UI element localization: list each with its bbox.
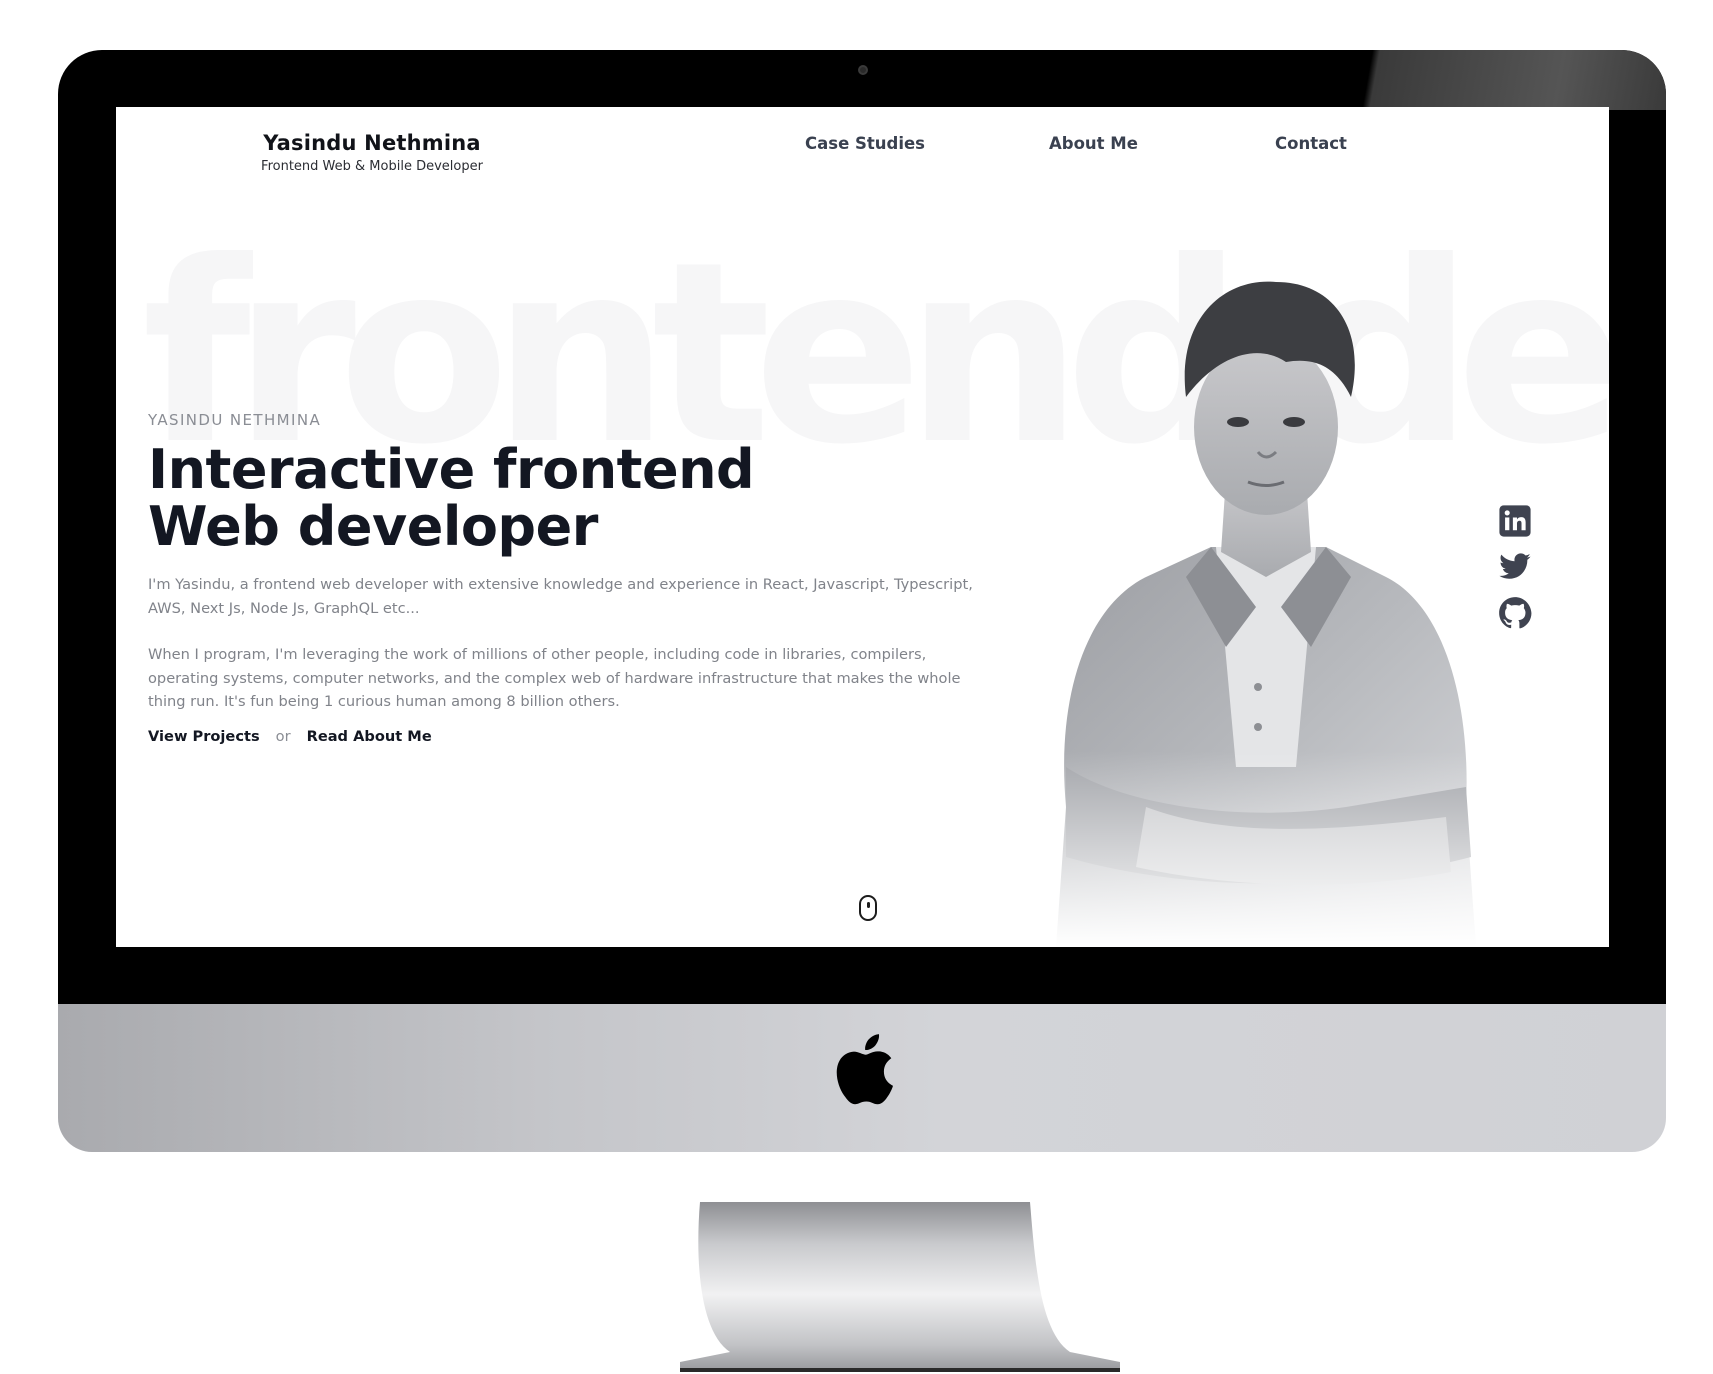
site-brand[interactable]: Yasindu Nethmina Frontend Web & Mobile D… [242,131,502,174]
nav-contact[interactable]: Contact [1275,134,1347,153]
monitor-bezel: frontend dev. Yasindu Nethmina Frontend … [58,50,1666,1004]
apple-logo-icon [836,1034,893,1105]
headline-line-2: Web developer [148,495,598,558]
hero-philosophy-paragraph: When I program, I'm leveraging the work … [148,646,961,710]
hero-eyebrow: YASINDU NETHMINA [148,411,322,429]
brand-tagline: Frontend Web & Mobile Developer [261,159,483,174]
webcam [858,65,868,75]
hero-cta-group: View Projects or Read About Me [148,728,988,745]
twitter-icon[interactable] [1498,550,1532,584]
github-icon[interactable] [1498,596,1532,630]
monitor-stand [680,1202,1120,1372]
scroll-down-indicator[interactable] [859,895,877,921]
headline-line-1: Interactive frontend [148,438,755,501]
brand-name: Yasindu Nethmina [263,131,481,155]
hero-section: YASINDU NETHMINA Interactive frontend We… [148,411,988,745]
cta-separator: or [275,728,291,746]
read-about-me-link[interactable]: Read About Me [307,728,432,745]
view-projects-link[interactable]: View Projects [148,728,260,745]
website-screen: frontend dev. Yasindu Nethmina Frontend … [116,107,1609,947]
hero-headline: Interactive frontend Web developer [148,441,988,555]
hero-intro-paragraph: I'm Yasindu, a frontend web developer wi… [148,576,973,617]
imac-device-frame: frontend dev. Yasindu Nethmina Frontend … [58,50,1666,1372]
nav-about-me[interactable]: About Me [1049,134,1138,153]
developer-portrait [1026,247,1506,947]
monitor-chin [58,1004,1666,1152]
linkedin-icon[interactable] [1498,504,1532,538]
bezel-glare [1306,50,1666,110]
nav-case-studies[interactable]: Case Studies [805,134,925,153]
social-links [1498,504,1538,642]
